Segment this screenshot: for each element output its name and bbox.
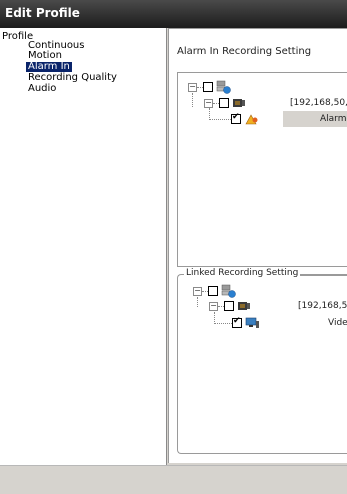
tree-item-motion[interactable]: Motion [28,51,62,61]
collapse-icon[interactable]: − [204,99,213,108]
root-checkbox[interactable] [208,286,218,296]
camera-label: [192,168,50, [298,301,347,311]
root-checkbox[interactable] [203,82,213,92]
settings-panel: Alarm In Recording Setting − − [192,168,… [168,28,347,463]
network-icon [216,80,231,94]
camera-icon [238,302,250,310]
title-bar: Edit Profile [0,0,347,28]
video-label: Video [328,318,347,328]
tree-connector [192,93,193,107]
video-checkbox[interactable] [232,316,242,328]
profile-tree: Profile Continuous Motion Alarm In Recor… [0,28,167,465]
alarm-in-tree-panel: − − [192,168,50,1 Alarm- [177,72,347,267]
window-title: Edit Profile [5,6,80,20]
camera-checkbox[interactable] [224,301,234,311]
tree-connector [209,108,210,118]
tree-item-audio[interactable]: Audio [28,84,56,94]
alarm-label[interactable]: Alarm- [320,114,347,124]
collapse-icon[interactable]: − [193,287,202,296]
linked-recording-legend: Linked Recording Setting [184,268,301,278]
network-icon [221,284,236,298]
tree-connector [197,297,198,307]
camera-checkbox[interactable] [219,98,229,108]
linked-recording-panel: Linked Recording Setting − − [192,168,50… [177,268,347,454]
legend-border [300,275,347,276]
video-icon [245,317,259,328]
tree-connector [209,119,231,120]
tree-connector [214,312,215,322]
tree-item-alarm-in[interactable]: Alarm In [26,62,72,72]
camera-label: [192,168,50,1 [290,98,347,108]
section-title: Alarm In Recording Setting [177,46,312,57]
collapse-icon[interactable]: − [188,83,197,92]
camera-icon [233,99,245,107]
bottom-button-bar [0,465,347,494]
tree-item-recording-quality[interactable]: Recording Quality [28,73,117,83]
alarm-checkbox[interactable] [231,112,241,124]
alarm-icon [245,114,258,125]
tree-connector [214,323,232,324]
collapse-icon[interactable]: − [209,302,218,311]
